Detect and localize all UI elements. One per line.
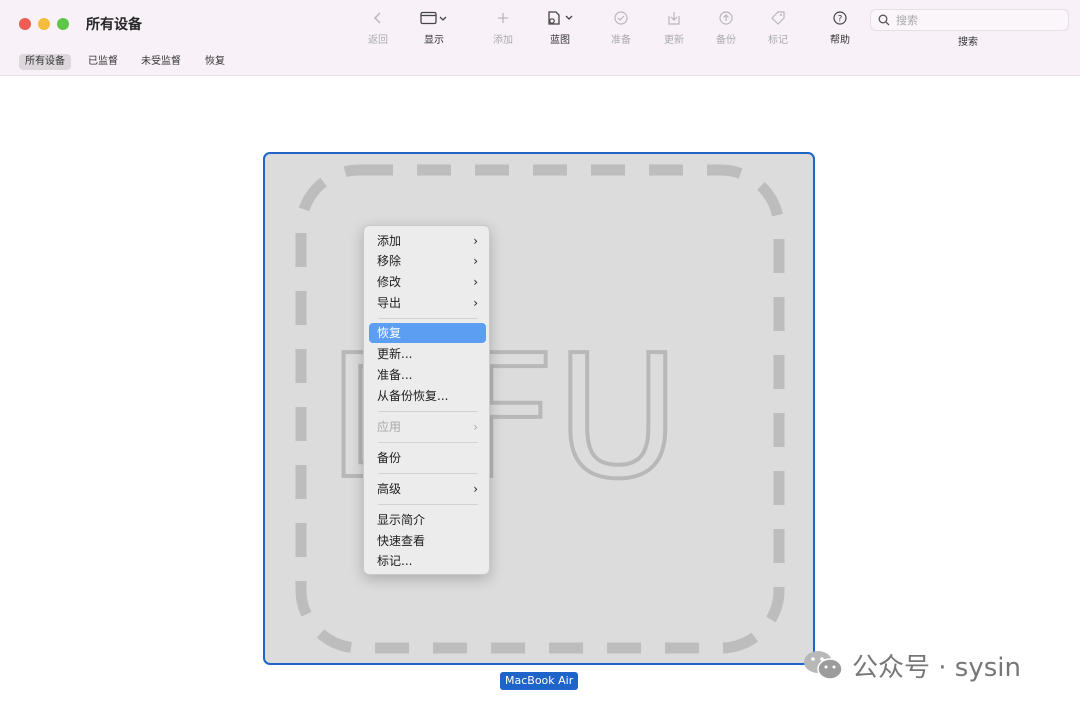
context-menu: 添加 › 移除 › 修改 › 导出 › 恢复 更新... 准备... 从备份恢复… — [363, 225, 490, 575]
tab-unsupervised[interactable]: 未受监督 — [135, 54, 187, 70]
update-label: 更新 — [664, 35, 684, 46]
menu-item-label: 恢复 — [377, 326, 402, 340]
blueprint-button[interactable]: 蓝图 — [534, 8, 586, 46]
menu-separator — [378, 473, 478, 474]
chevron-right-icon: › — [473, 482, 478, 496]
backup-label: 备份 — [716, 35, 736, 46]
menu-item-label: 导出 — [377, 296, 402, 310]
search-icon — [878, 14, 890, 26]
menu-separator — [378, 411, 478, 412]
tag-icon — [770, 8, 786, 28]
filter-bar: 所有设备 已监督 未受监督 恢复 — [0, 50, 1080, 76]
backup-icon — [718, 8, 734, 28]
device-name-label[interactable]: MacBook Air — [500, 672, 579, 690]
window-icon — [420, 8, 448, 28]
menu-item-get-info[interactable]: 显示简介 — [369, 510, 486, 530]
back-label: 返回 — [368, 35, 388, 46]
search-label: 搜索 — [958, 37, 978, 48]
menu-item-quick-look[interactable]: 快速查看 — [369, 531, 486, 551]
menu-item-label: 准备... — [377, 368, 413, 382]
menu-item-modify[interactable]: 修改 › — [369, 272, 486, 292]
chevron-right-icon: › — [473, 296, 478, 310]
backup-button[interactable]: 备份 — [700, 8, 752, 46]
update-button[interactable]: 更新 — [648, 8, 700, 46]
menu-separator — [378, 504, 478, 505]
menu-item-update[interactable]: 更新... — [369, 344, 486, 364]
tab-all-devices[interactable]: 所有设备 — [19, 54, 71, 70]
display-label: 显示 — [424, 35, 444, 46]
menu-item-prepare[interactable]: 准备... — [369, 365, 486, 385]
search-field[interactable] — [870, 9, 1069, 31]
menu-item-advanced[interactable]: 高级 › — [369, 479, 486, 499]
add-button[interactable]: 添加 — [477, 8, 529, 46]
help-button[interactable]: ? 帮助 — [814, 8, 866, 46]
menu-item-tag[interactable]: 标记... — [369, 551, 486, 571]
menu-item-restore[interactable]: 恢复 — [369, 323, 486, 343]
svg-text:?: ? — [838, 15, 843, 25]
menu-item-label: 移除 — [377, 254, 402, 268]
chevron-right-icon: › — [473, 254, 478, 268]
update-icon — [666, 8, 682, 28]
plus-icon — [496, 8, 510, 28]
dfu-device-icon: DFU — [295, 164, 785, 654]
display-button[interactable]: 显示 — [408, 8, 460, 46]
tab-supervised[interactable]: 已监督 — [82, 54, 124, 70]
minimize-window-button[interactable] — [38, 18, 50, 30]
menu-separator — [378, 318, 478, 319]
menu-item-label: 高级 — [377, 482, 402, 496]
watermark-text: 公众号 · sysin — [852, 652, 1021, 683]
search-input[interactable] — [896, 13, 1056, 27]
blueprint-label: 蓝图 — [550, 35, 570, 46]
menu-item-label: 修改 — [377, 275, 402, 289]
tag-button[interactable]: 标记 — [752, 8, 804, 46]
menu-item-label: 备份 — [377, 451, 402, 465]
menu-separator — [378, 442, 478, 443]
tab-recovery[interactable]: 恢复 — [199, 54, 231, 70]
menu-item-label: 添加 — [377, 234, 402, 248]
menu-item-label: 应用 — [377, 420, 402, 434]
help-icon: ? — [832, 8, 848, 28]
tag-label: 标记 — [768, 35, 788, 46]
menu-item-label: 更新... — [377, 347, 413, 361]
device-tile[interactable]: DFU — [263, 152, 815, 665]
close-window-button[interactable] — [19, 18, 31, 30]
add-label: 添加 — [493, 35, 513, 46]
menu-item-apply: 应用 › — [369, 417, 486, 437]
menu-item-label: 显示简介 — [377, 513, 426, 527]
chevron-right-icon: › — [473, 275, 478, 289]
window-title: 所有设备 — [86, 17, 142, 33]
chevron-right-icon: › — [473, 234, 478, 248]
blueprint-icon — [546, 8, 574, 28]
chevron-right-icon: › — [473, 420, 478, 434]
menu-item-backup[interactable]: 备份 — [369, 448, 486, 468]
prepare-label: 准备 — [611, 35, 631, 46]
watermark: 公众号 · sysin — [802, 645, 1021, 685]
prepare-button[interactable]: 准备 — [595, 8, 647, 46]
prepare-icon — [613, 8, 629, 28]
menu-item-label: 标记... — [377, 554, 413, 568]
chevron-left-icon — [373, 8, 383, 28]
menu-item-remove[interactable]: 移除 › — [369, 251, 486, 271]
menu-item-label: 从备份恢复... — [377, 389, 449, 403]
menu-item-add[interactable]: 添加 › — [369, 231, 486, 251]
help-label: 帮助 — [830, 35, 850, 46]
zoom-window-button[interactable] — [57, 18, 69, 30]
menu-item-restore-from-backup[interactable]: 从备份恢复... — [369, 386, 486, 406]
menu-item-export[interactable]: 导出 › — [369, 293, 486, 313]
wechat-icon — [802, 648, 844, 682]
menu-item-label: 快速查看 — [377, 534, 426, 548]
back-button[interactable]: 返回 — [352, 8, 404, 46]
toolbar: 所有设备 返回 显示 添加 蓝图 准备 更新 备份 标记 ? 帮助 搜索 搜索 — [0, 0, 1080, 50]
